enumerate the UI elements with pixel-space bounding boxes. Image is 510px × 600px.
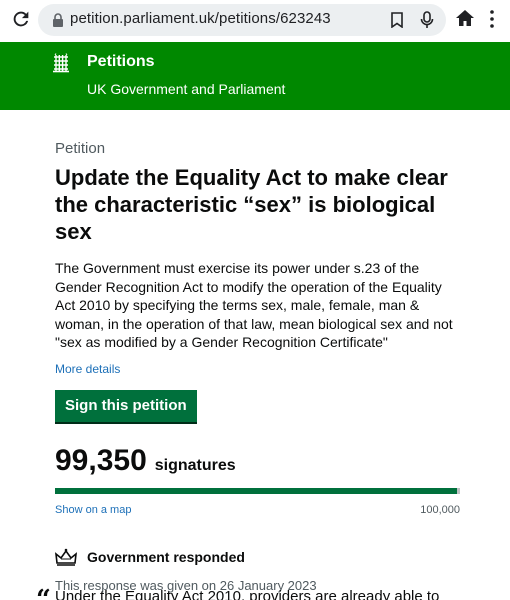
quote-mark: “ [36, 585, 51, 600]
site-header: Petitions UK Government and Parliament [0, 42, 510, 110]
crown-icon [55, 548, 77, 566]
site-subtitle: UK Government and Parliament [87, 81, 286, 97]
government-response-heading: Government responded [55, 546, 460, 568]
petition-content: Petition Update the Equality Act to make… [55, 140, 460, 593]
more-options-icon[interactable] [489, 9, 495, 29]
portcullis-icon[interactable] [52, 53, 70, 73]
url-text: petition.parliament.uk/petitions/623243 [70, 10, 331, 27]
address-bar[interactable]: petition.parliament.uk/petitions/623243 [38, 4, 446, 36]
response-quote: Under the Equality Act 2010, providers a… [55, 588, 440, 600]
petition-caption: Petition [55, 140, 106, 157]
signature-progress-bar [55, 487, 460, 494]
reload-icon[interactable] [10, 8, 32, 30]
site-title[interactable]: Petitions [87, 53, 155, 71]
government-response-title: Government responded [87, 548, 245, 565]
browser-toolbar: petition.parliament.uk/petitions/623243 [0, 0, 510, 42]
show-on-map-link[interactable]: Show on a map [55, 504, 131, 516]
signature-count-row: 99,350 signatures [55, 444, 460, 482]
bookmark-icon[interactable] [390, 12, 404, 28]
signature-goal: 100,000 [420, 503, 460, 516]
petition-summary: The Government must exercise its power u… [55, 260, 453, 350]
signature-count: 99,350 [55, 443, 147, 477]
petition-title: Update the Equality Act to make clear th… [55, 165, 448, 244]
microphone-icon[interactable] [420, 11, 434, 29]
signatures-label: signatures [154, 456, 236, 474]
home-icon[interactable] [455, 9, 475, 27]
lock-icon [53, 13, 63, 27]
more-details-link[interactable]: More details [55, 362, 460, 376]
signature-progress-fill [55, 487, 458, 494]
map-row: Show on a map 100,000 [55, 504, 460, 516]
sign-petition-button[interactable]: Sign this petition [55, 389, 197, 422]
